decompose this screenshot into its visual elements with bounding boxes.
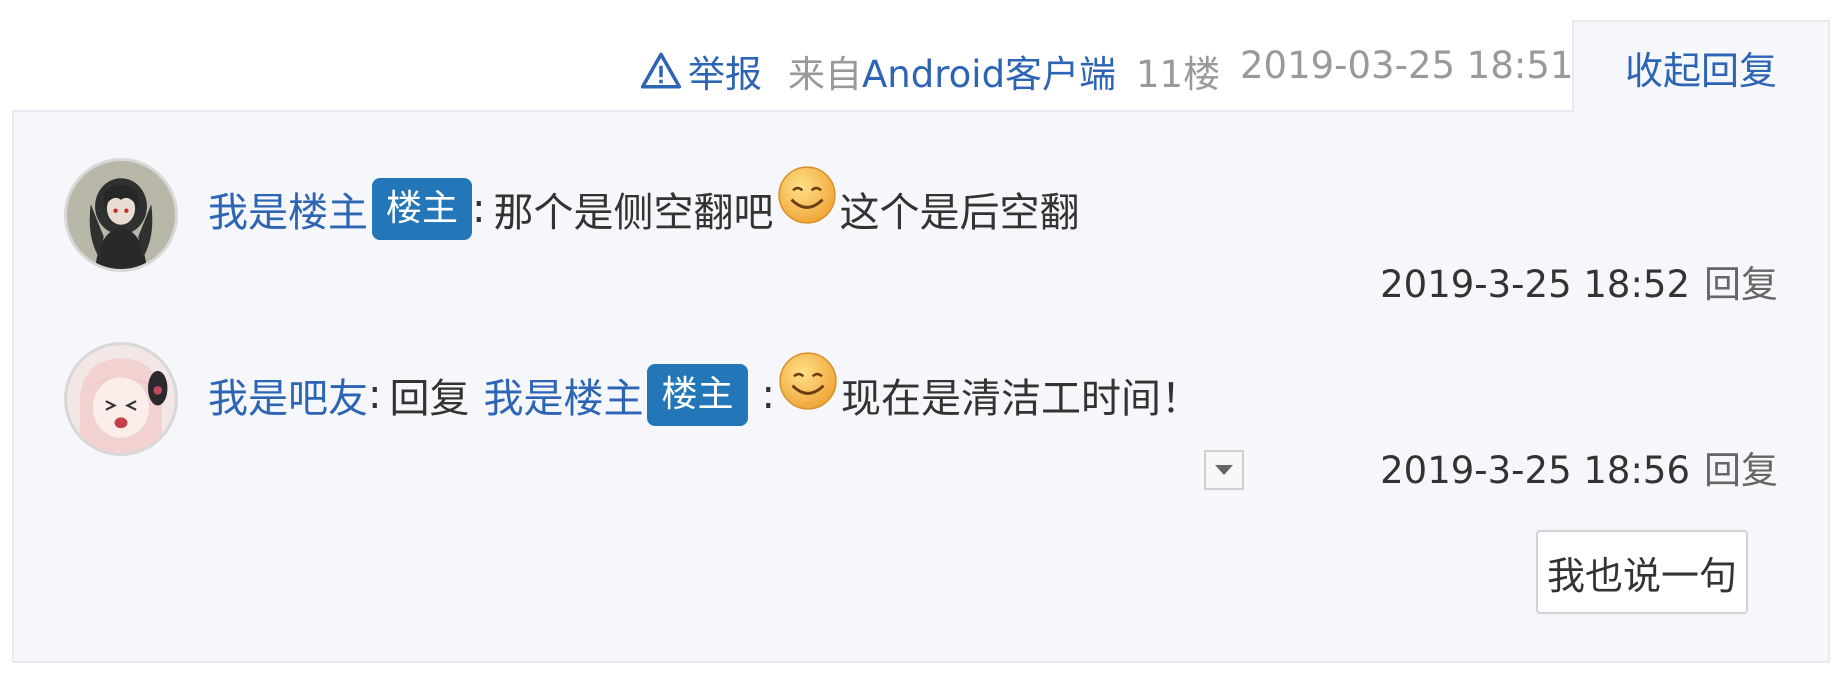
say-something-button[interactable]: 我也说一句 — [1536, 530, 1748, 614]
report-link[interactable]: 举报 — [640, 44, 762, 98]
post-tail-bar: 举报 来自Android客户端 11楼 2019-03-25 18:51 收起回… — [0, 0, 1842, 112]
username-link[interactable]: 我是吧友 — [208, 366, 368, 424]
owner-badge: 楼主 — [647, 364, 748, 426]
floor-number: 11楼 — [1136, 53, 1221, 96]
reply-separator: : — [368, 372, 382, 418]
caret-down-icon — [1215, 465, 1233, 475]
reply-content: 我是楼主 楼主 : 那个是侧空翻吧 这个是后空翻 — [208, 166, 1080, 240]
report-label: 举报 — [688, 53, 762, 96]
reply-button[interactable]: 回复 — [1704, 449, 1778, 492]
reply-time: 2019-3-25 18:52 — [1380, 263, 1690, 306]
smile-emoji-icon — [776, 164, 838, 226]
avatar-image — [67, 345, 175, 453]
source-client-link[interactable]: Android客户端 — [862, 53, 1116, 96]
target-username-link[interactable]: 我是楼主 — [483, 366, 643, 424]
reply-meta: 2019-3-25 18:56 回复 — [1380, 440, 1778, 494]
avatar[interactable] — [64, 158, 178, 272]
reply-word: 回复 — [389, 376, 470, 422]
username-link[interactable]: 我是楼主 — [208, 180, 368, 238]
reply-text-continued: 这个是后空翻 — [839, 190, 1080, 236]
reply-text: 现在是清洁工时间！ — [840, 376, 1201, 422]
reply-separator: : — [761, 372, 775, 418]
owner-badge: 楼主 — [372, 178, 473, 240]
reply-content: 我是吧友 : 回复 我是楼主 楼主 : 现在是清洁工时间！ — [208, 352, 1201, 426]
reply-button[interactable]: 回复 — [1704, 263, 1778, 306]
smile-emoji-icon — [777, 350, 839, 412]
reply-text: 那个是侧空翻吧 — [493, 190, 774, 236]
warning-icon — [640, 52, 682, 89]
tab-connector — [1574, 108, 1828, 114]
more-options-dropdown[interactable] — [1204, 450, 1244, 490]
post-time: 2019-03-25 18:51 — [1240, 44, 1574, 87]
reply-panel: 我是楼主 楼主 : 那个是侧空翻吧 这个是后空翻 2019-3-25 18:52… — [12, 110, 1830, 663]
avatar[interactable] — [64, 342, 178, 456]
reply-meta: 2019-3-25 18:52 回复 — [1380, 254, 1778, 308]
collapse-replies-button[interactable]: 收起回复 — [1572, 20, 1830, 112]
source-prefix: 来自 — [788, 53, 862, 96]
reply-time: 2019-3-25 18:56 — [1380, 449, 1690, 492]
avatar-image — [67, 161, 175, 269]
post-tail-and-replies: 举报 来自Android客户端 11楼 2019-03-25 18:51 收起回… — [0, 0, 1842, 681]
post-source: 来自Android客户端 — [788, 44, 1116, 98]
reply-separator: : — [472, 186, 486, 232]
